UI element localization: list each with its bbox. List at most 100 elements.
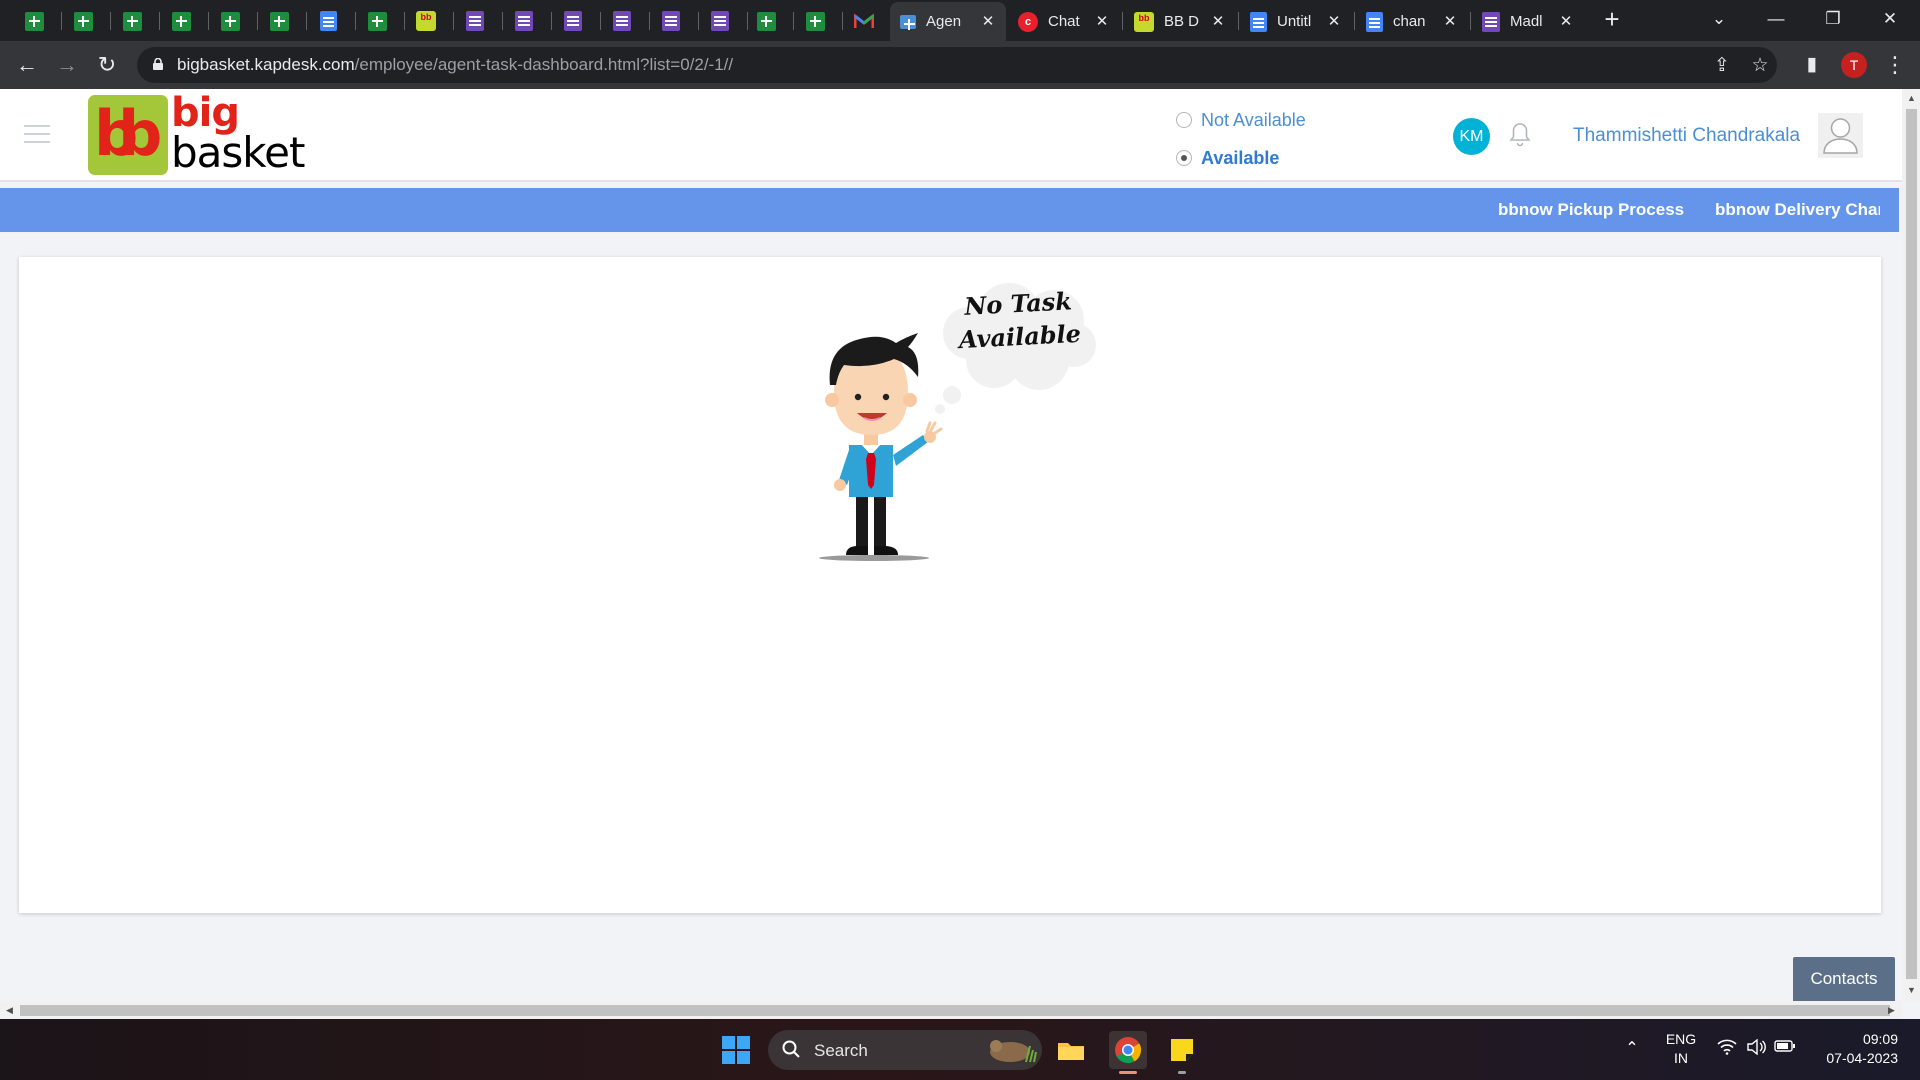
sheets-icon (269, 11, 289, 31)
region-code: IN (1674, 1050, 1688, 1066)
wifi-icon[interactable] (1716, 1039, 1738, 1059)
battery-icon[interactable] (1774, 1039, 1796, 1059)
pinned-tab-sheets[interactable] (266, 8, 292, 34)
pinned-tab-sheets[interactable] (364, 8, 390, 34)
scroll-right-arrow-icon[interactable]: ▶ (1886, 1005, 1897, 1016)
initials-avatar[interactable]: KM (1453, 118, 1490, 155)
windows-start-icon[interactable] (722, 1036, 750, 1064)
status-not-available[interactable]: Not Available (1176, 101, 1306, 139)
scroll-up-arrow-icon[interactable]: ▲ (1906, 93, 1917, 104)
horizontal-scroll-thumb[interactable] (20, 1005, 1890, 1016)
restore-button[interactable]: ❐ (1813, 4, 1853, 34)
taskbar-search[interactable]: Search (768, 1030, 1042, 1070)
pinned-tab-forms[interactable] (462, 8, 488, 34)
clock[interactable]: 09:09 07-04-2023 (1808, 1030, 1898, 1068)
reload-button[interactable]: ↻ (93, 51, 121, 79)
pinned-tab-forms[interactable] (658, 8, 684, 34)
bell-icon[interactable] (1508, 121, 1532, 149)
close-icon[interactable]: ✕ (1442, 13, 1458, 30)
tab-separator (600, 12, 601, 30)
pinned-tab-sheets[interactable] (802, 8, 828, 34)
status-available[interactable]: Available (1176, 139, 1306, 177)
pinned-tab-bbdaily[interactable]: bb (413, 8, 439, 34)
bookmark-star-icon[interactable]: ☆ (1749, 55, 1771, 77)
close-icon[interactable]: ✕ (1558, 13, 1574, 30)
sheets-icon (900, 14, 916, 30)
chrome-app[interactable] (1109, 1031, 1147, 1069)
profile-avatar[interactable]: T (1841, 52, 1867, 78)
forms-icon (564, 11, 582, 31)
tab-separator (502, 12, 503, 30)
vertical-scroll-thumb[interactable] (1906, 109, 1917, 979)
scroll-down-arrow-icon[interactable]: ▼ (1906, 985, 1917, 996)
language-indicator[interactable]: ENG IN (1662, 1030, 1700, 1068)
side-panel-icon[interactable]: ▮ (1801, 54, 1823, 76)
tab-separator (453, 12, 454, 30)
pinned-tab-sheets[interactable] (70, 8, 96, 34)
lock-icon (153, 58, 163, 70)
radio-button-selected[interactable] (1176, 150, 1192, 166)
pinned-tab-forms[interactable] (707, 8, 733, 34)
tab-chat[interactable]: c Chat ✕ (1008, 2, 1120, 41)
pinned-tab-sheets[interactable] (119, 8, 145, 34)
tab-search-button[interactable]: ⌄ (1699, 4, 1739, 34)
new-tab-button[interactable]: + (1600, 6, 1624, 32)
tab-separator (208, 12, 209, 30)
pinned-tab-sheets[interactable] (168, 8, 194, 34)
pinned-tab-forms[interactable] (511, 8, 537, 34)
close-icon[interactable]: ✕ (980, 13, 996, 30)
tab-untitled-doc[interactable]: Untitl ✕ (1240, 2, 1352, 41)
link-bbnow-delivery-charges[interactable]: bbnow Delivery Charg (1715, 200, 1880, 220)
url-path: /employee/agent-task-dashboard.html?list… (354, 55, 734, 74)
radio-button[interactable] (1176, 112, 1192, 128)
pinned-tab-gmail[interactable] (851, 8, 877, 34)
search-placeholder: Search (814, 1041, 868, 1060)
pinned-tab-forms[interactable] (609, 8, 635, 34)
tab-bb-daily[interactable]: bb BB D ✕ (1124, 2, 1236, 41)
scroll-left-arrow-icon[interactable]: ◀ (4, 1005, 15, 1016)
share-icon[interactable]: ⇪ (1711, 55, 1733, 77)
volume-icon[interactable] (1745, 1038, 1767, 1059)
close-icon[interactable]: ✕ (1326, 13, 1342, 30)
pinned-tab-docs[interactable] (315, 8, 341, 34)
forward-button[interactable]: → (53, 51, 81, 79)
tab-separator (404, 12, 405, 30)
file-explorer-app[interactable] (1052, 1031, 1090, 1069)
pinned-tab-sheets[interactable] (21, 8, 47, 34)
pinned-tab-sheets[interactable] (217, 8, 243, 34)
logo-wordmark: big basket (171, 93, 305, 174)
empty-state-message: No Task Available (942, 283, 1095, 357)
browser-menu-icon[interactable]: ⋮ (1884, 51, 1906, 79)
pinned-tab-forms[interactable] (560, 8, 586, 34)
link-bbnow-pickup-process[interactable]: bbnow Pickup Process (1498, 200, 1684, 220)
minimize-button[interactable]: — (1756, 4, 1796, 34)
process-links-bar: bbnow Pickup Process bbnow Delivery Char… (0, 188, 1899, 232)
close-icon[interactable]: ✕ (1210, 13, 1226, 30)
sticky-notes-app[interactable] (1163, 1031, 1201, 1069)
username[interactable]: Thammishetti Chandrakala (1573, 125, 1800, 147)
docs-icon (1250, 11, 1267, 32)
pinned-tab-sheets[interactable] (753, 8, 779, 34)
vertical-scrollbar[interactable]: ▲ ▼ (1902, 89, 1920, 1001)
tab-agent-dashboard[interactable]: Agen ✕ (890, 2, 1006, 41)
forms-icon (1482, 11, 1500, 32)
close-window-button[interactable]: ✕ (1870, 4, 1910, 34)
tab-separator (1354, 12, 1355, 30)
show-hidden-icons-icon[interactable]: ⌃ (1621, 1039, 1643, 1059)
language-code: ENG (1665, 1031, 1697, 1047)
bigbasket-logo[interactable]: bb big basket (88, 93, 305, 177)
gmail-icon (854, 13, 874, 28)
user-avatar-icon[interactable] (1818, 113, 1863, 158)
back-button[interactable]: ← (13, 51, 41, 79)
hamburger-menu-icon[interactable] (24, 125, 50, 145)
forms-icon (466, 11, 484, 31)
tab-chan-doc[interactable]: chan ✕ (1356, 2, 1468, 41)
contacts-button[interactable]: Contacts (1793, 957, 1895, 1001)
forms-icon (662, 11, 680, 31)
windows-taskbar: Search ⌃ ENG IN 09:09 07-04-2023 (0, 1019, 1920, 1080)
horizontal-scrollbar[interactable]: ◀ ▶ (0, 1001, 1902, 1019)
close-icon[interactable]: ✕ (1094, 13, 1110, 30)
tab-separator (355, 12, 356, 30)
address-bar[interactable]: bigbasket.kapdesk.com/employee/agent-tas… (137, 47, 1777, 83)
tab-madl-form[interactable]: Madl ✕ (1472, 2, 1584, 41)
